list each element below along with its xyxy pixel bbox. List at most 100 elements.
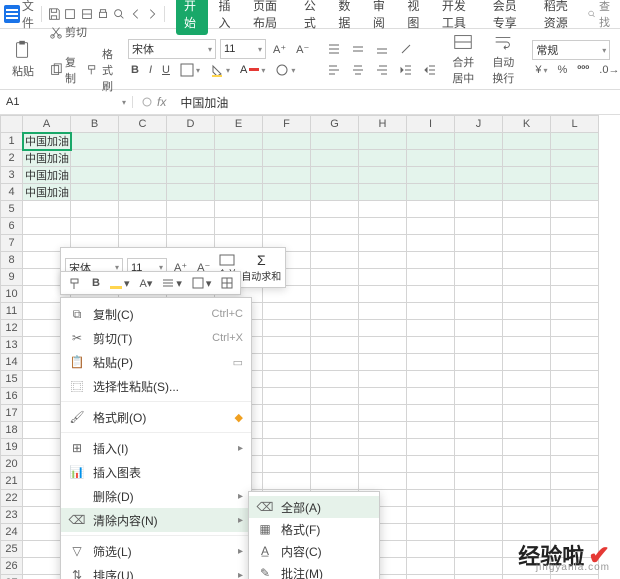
- cell-J7[interactable]: [455, 235, 503, 252]
- cell-D6[interactable]: [167, 218, 215, 235]
- cell-G7[interactable]: [311, 235, 359, 252]
- mini-autosum-button[interactable]: Σ自动求和: [241, 252, 281, 283]
- cell-J22[interactable]: [455, 490, 503, 507]
- cell-C6[interactable]: [119, 218, 167, 235]
- ctx-paste[interactable]: 📋粘贴(P)▭: [61, 350, 251, 374]
- cell-K21[interactable]: [503, 473, 551, 490]
- cell-I20[interactable]: [407, 456, 455, 473]
- cell-J17[interactable]: [455, 405, 503, 422]
- qa-print-icon[interactable]: [96, 5, 110, 23]
- cell-L1[interactable]: [551, 133, 599, 150]
- cell-L5[interactable]: [551, 201, 599, 218]
- tab-resource[interactable]: 稻壳资源: [536, 0, 585, 35]
- ctx-delete[interactable]: 删除(D)▸: [61, 484, 251, 508]
- cell-J9[interactable]: [455, 269, 503, 286]
- col-header-D[interactable]: D: [167, 116, 215, 133]
- paste-options-icon[interactable]: ▭: [233, 356, 243, 369]
- cell-I24[interactable]: [407, 524, 455, 541]
- cell-H6[interactable]: [359, 218, 407, 235]
- cell-A5[interactable]: [23, 201, 71, 218]
- cell-J25[interactable]: [455, 541, 503, 558]
- cell-L17[interactable]: [551, 405, 599, 422]
- mini-insert-icon[interactable]: [218, 274, 236, 292]
- cell-K10[interactable]: [503, 286, 551, 303]
- align-right-icon[interactable]: [372, 60, 392, 78]
- wrap-text-button[interactable]: 自动换行: [486, 30, 520, 88]
- cell-K19[interactable]: [503, 439, 551, 456]
- qa-undo-icon[interactable]: [63, 5, 77, 23]
- row-header-25[interactable]: 25: [1, 541, 23, 558]
- decrease-decimal-icon[interactable]: .0→: [596, 62, 620, 78]
- cell-I9[interactable]: [407, 269, 455, 286]
- cell-K13[interactable]: [503, 337, 551, 354]
- cell-I23[interactable]: [407, 507, 455, 524]
- cell-K14[interactable]: [503, 354, 551, 371]
- cell-F18[interactable]: [263, 422, 311, 439]
- cell-H21[interactable]: [359, 473, 407, 490]
- cell-B4[interactable]: [71, 184, 119, 201]
- cell-I16[interactable]: [407, 388, 455, 405]
- cell-J10[interactable]: [455, 286, 503, 303]
- cell-J3[interactable]: [455, 167, 503, 184]
- cell-I7[interactable]: [407, 235, 455, 252]
- cell-G16[interactable]: [311, 388, 359, 405]
- cell-E5[interactable]: [215, 201, 263, 218]
- cell-L7[interactable]: [551, 235, 599, 252]
- cell-J19[interactable]: [455, 439, 503, 456]
- phonetic-button[interactable]: ▾: [272, 61, 298, 79]
- ctx-clear[interactable]: ⌫清除内容(N)▸: [61, 508, 251, 532]
- row-header-10[interactable]: 10: [1, 286, 23, 303]
- cell-I5[interactable]: [407, 201, 455, 218]
- col-header-L[interactable]: L: [551, 116, 599, 133]
- cell-K9[interactable]: [503, 269, 551, 286]
- cell-L21[interactable]: [551, 473, 599, 490]
- cell-C2[interactable]: [119, 150, 167, 167]
- cell-D5[interactable]: [167, 201, 215, 218]
- align-center-icon[interactable]: [348, 60, 368, 78]
- cell-K24[interactable]: [503, 524, 551, 541]
- ctx-copy[interactable]: ⧉复制(C)Ctrl+C: [61, 302, 251, 326]
- cell-H3[interactable]: [359, 167, 407, 184]
- cell-K2[interactable]: [503, 150, 551, 167]
- cell-G15[interactable]: [311, 371, 359, 388]
- row-header-20[interactable]: 20: [1, 456, 23, 473]
- cell-K8[interactable]: [503, 252, 551, 269]
- col-header-C[interactable]: C: [119, 116, 167, 133]
- row-header-6[interactable]: 6: [1, 218, 23, 235]
- border-button[interactable]: ▾: [177, 61, 203, 79]
- qa-redo-icon[interactable]: [80, 5, 94, 23]
- underline-button[interactable]: U: [159, 62, 173, 78]
- tab-data[interactable]: 数据: [330, 0, 362, 35]
- row-header-21[interactable]: 21: [1, 473, 23, 490]
- cell-F11[interactable]: [263, 303, 311, 320]
- ctx-paste-special[interactable]: ⿴选择性粘贴(S)...: [61, 374, 251, 398]
- font-name-combo[interactable]: 宋体▾: [128, 39, 216, 59]
- cut-button[interactable]: 剪切: [46, 22, 116, 42]
- cell-L4[interactable]: [551, 184, 599, 201]
- cell-J1[interactable]: [455, 133, 503, 150]
- col-header-A[interactable]: A: [23, 116, 71, 133]
- row-header-26[interactable]: 26: [1, 558, 23, 575]
- cell-L14[interactable]: [551, 354, 599, 371]
- tab-review[interactable]: 审阅: [365, 0, 397, 35]
- select-all-corner[interactable]: [1, 116, 23, 133]
- col-header-E[interactable]: E: [215, 116, 263, 133]
- cell-L15[interactable]: [551, 371, 599, 388]
- mini-border-icon[interactable]: ▾: [189, 274, 215, 292]
- ctx-insert[interactable]: ⊞插入(I)▸: [61, 436, 251, 460]
- paste-button[interactable]: 粘贴: [6, 37, 40, 81]
- cell-H18[interactable]: [359, 422, 407, 439]
- merge-center-button[interactable]: 合并居中: [446, 30, 480, 88]
- cell-J11[interactable]: [455, 303, 503, 320]
- cell-G5[interactable]: [311, 201, 359, 218]
- row-header-16[interactable]: 16: [1, 388, 23, 405]
- cell-I15[interactable]: [407, 371, 455, 388]
- cell-E3[interactable]: [215, 167, 263, 184]
- cell-L2[interactable]: [551, 150, 599, 167]
- cell-K7[interactable]: [503, 235, 551, 252]
- cell-J8[interactable]: [455, 252, 503, 269]
- cell-J23[interactable]: [455, 507, 503, 524]
- cell-F2[interactable]: [263, 150, 311, 167]
- cell-K22[interactable]: [503, 490, 551, 507]
- cell-G2[interactable]: [311, 150, 359, 167]
